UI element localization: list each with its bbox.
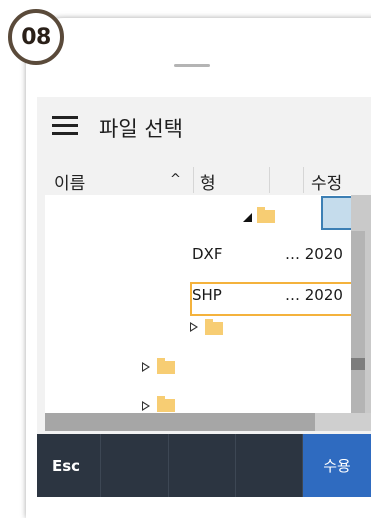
column-header-name[interactable]: 이름 [54,169,85,194]
expand-arrow-icon[interactable] [243,213,252,222]
folder-icon [157,396,175,412]
folder-icon [257,207,275,223]
drag-handle[interactable] [174,64,210,67]
column-divider[interactable] [193,167,194,193]
vertical-scrollbar-thumb[interactable] [351,231,365,431]
column-divider[interactable] [269,167,270,193]
folder-icon [205,319,223,335]
collapsed-arrow-icon[interactable] [190,322,198,332]
sort-ascending-icon[interactable]: ^ [170,172,181,187]
toolbar-empty-slot[interactable] [169,434,236,497]
column-divider[interactable] [303,167,304,193]
file-list: DXF … 2020 SHP … 2020 [45,195,371,431]
column-header-type[interactable]: 형 [200,169,216,194]
step-number: 08 [21,24,51,50]
bottom-toolbar: Esc 수용 [37,434,371,497]
toolbar-empty-slot[interactable] [101,434,169,497]
collapsed-arrow-icon[interactable] [142,362,150,372]
column-header-row: 이름 ^ 형 수정 [45,164,371,195]
step-badge: 08 [8,9,64,65]
modified-date: … 2020 [285,245,343,263]
horizontal-scrollbar-thumb[interactable] [45,413,315,431]
hamburger-menu-icon[interactable] [52,116,78,136]
file-type-label: DXF [192,245,223,263]
toolbar-empty-slot[interactable] [236,434,303,497]
esc-button[interactable]: Esc [37,434,101,497]
header: 파일 선택 [37,97,371,161]
list-item-folder[interactable] [45,315,351,431]
list-item-dxf[interactable]: DXF … 2020 [45,240,351,273]
column-header-modified[interactable]: 수정 [311,169,342,194]
highlighted-row-outline [190,282,366,316]
collapsed-arrow-icon[interactable] [142,401,150,411]
folder-icon [157,358,175,374]
page-title: 파일 선택 [99,117,183,141]
accept-button[interactable]: 수용 [303,434,371,497]
scroll-position-marker [351,358,365,370]
list-item-folder-expanded[interactable] [45,195,351,228]
file-picker-screen: 파일 선택 이름 ^ 형 수정 DXF … 2020 SHP … 2020 Es… [37,97,371,497]
